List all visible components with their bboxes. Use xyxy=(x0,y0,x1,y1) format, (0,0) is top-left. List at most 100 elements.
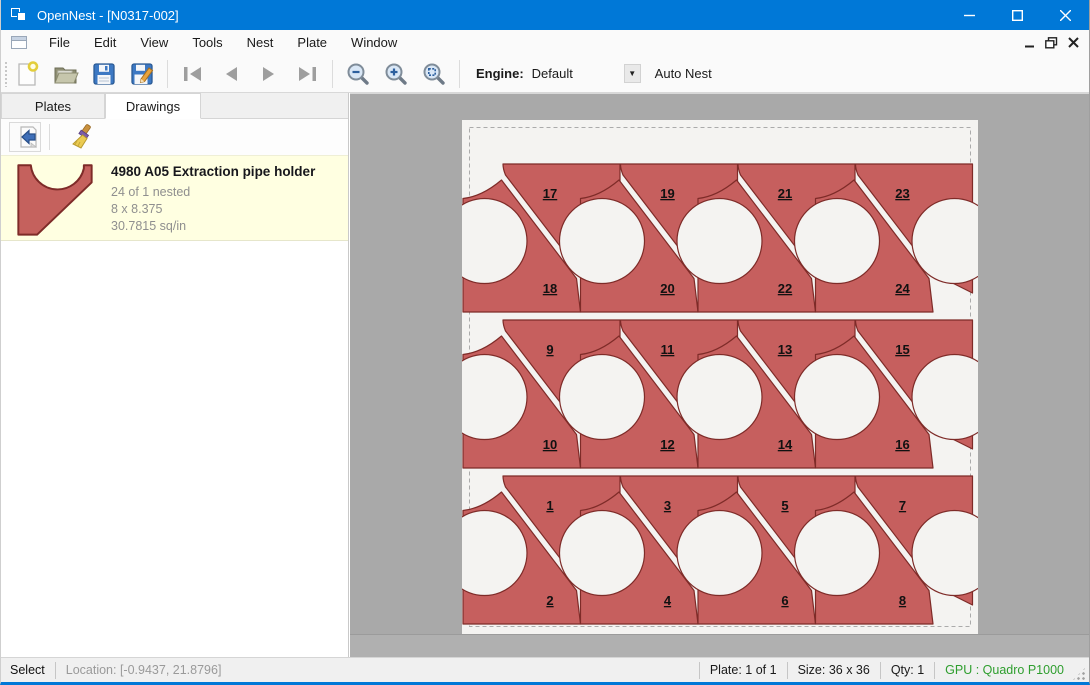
menu-file[interactable]: File xyxy=(37,31,82,54)
previous-plate-button[interactable] xyxy=(214,59,248,89)
panel-tabs: Plates Drawings xyxy=(1,93,348,119)
toolbar-grip[interactable] xyxy=(4,61,9,87)
status-bar: Select Location: [-0.9437, 21.8796] Plat… xyxy=(1,657,1089,682)
tab-drawings[interactable]: Drawings xyxy=(105,93,201,119)
menu-window[interactable]: Window xyxy=(339,31,409,54)
drawing-list-item[interactable]: 4980 A05 Extraction pipe holder 24 of 1 … xyxy=(1,155,348,241)
mdi-minimize-icon[interactable] xyxy=(1025,38,1035,48)
first-plate-button[interactable] xyxy=(176,59,210,89)
part-number-label: 17 xyxy=(543,186,557,201)
maximize-icon xyxy=(1012,10,1023,21)
next-plate-button[interactable] xyxy=(252,59,286,89)
new-document-button[interactable] xyxy=(11,59,45,89)
status-gpu: GPU : Quadro P1000 xyxy=(945,663,1064,677)
part-number-label: 10 xyxy=(543,437,557,452)
mdi-close-icon[interactable] xyxy=(1068,37,1079,48)
side-panel: Plates Drawings xyxy=(1,93,349,657)
engine-combobox[interactable]: Default xyxy=(532,66,624,81)
part-number-label: 23 xyxy=(895,186,909,201)
canvas-horizontal-scrollbar[interactable] xyxy=(350,634,1089,657)
menu-nest[interactable]: Nest xyxy=(235,31,286,54)
menu-plate[interactable]: Plate xyxy=(285,31,339,54)
import-drawing-button[interactable] xyxy=(9,122,41,152)
menu-view[interactable]: View xyxy=(128,31,180,54)
nest-canvas[interactable]: 171819202122232491011121314151612345678 xyxy=(350,93,1089,657)
resize-grip[interactable] xyxy=(1072,667,1086,681)
part-number-label: 9 xyxy=(546,342,553,357)
first-plate-icon xyxy=(181,64,205,84)
minimize-button[interactable] xyxy=(945,0,993,30)
save-as-icon xyxy=(130,62,154,86)
drawings-toolbar xyxy=(1,119,348,155)
status-location: Location: [-0.9437, 21.8796] xyxy=(66,663,222,677)
app-window: OpenNest - [N0317-002] File Edit View To… xyxy=(0,0,1090,685)
part-number-label: 14 xyxy=(778,437,793,452)
import-drawing-icon xyxy=(12,124,38,150)
status-separator xyxy=(699,662,700,679)
close-button[interactable] xyxy=(1041,0,1089,30)
status-separator xyxy=(55,662,56,679)
part-number-label: 2 xyxy=(546,593,553,608)
menu-bar: File Edit View Tools Nest Plate Window xyxy=(1,30,1089,55)
part-number-label: 22 xyxy=(778,281,792,296)
minimize-icon xyxy=(964,10,975,21)
engine-dropdown-arrow[interactable]: ▼ xyxy=(624,64,641,83)
part-number-label: 3 xyxy=(664,498,671,513)
part-number-label: 15 xyxy=(895,342,909,357)
zoom-in-icon xyxy=(384,62,408,86)
save-button[interactable] xyxy=(87,59,121,89)
zoom-in-button[interactable] xyxy=(379,59,413,89)
part-number-label: 16 xyxy=(895,437,909,452)
next-plate-icon xyxy=(257,64,281,84)
menu-tools[interactable]: Tools xyxy=(180,31,234,54)
part-number-label: 12 xyxy=(660,437,674,452)
app-logo-icon xyxy=(11,8,29,22)
part-number-label: 8 xyxy=(899,593,906,608)
drawing-size: 8 x 8.375 xyxy=(111,201,315,218)
toolbar-separator xyxy=(167,60,168,88)
status-separator xyxy=(880,662,881,679)
tab-plates[interactable]: Plates xyxy=(1,93,105,118)
drawing-nested-count: 24 of 1 nested xyxy=(111,184,315,201)
mdi-restore-icon[interactable] xyxy=(1045,37,1058,49)
part-number-label: 21 xyxy=(778,186,792,201)
status-separator xyxy=(787,662,788,679)
toolbar-separator xyxy=(459,60,460,88)
status-separator xyxy=(934,662,935,679)
maximize-button[interactable] xyxy=(993,0,1041,30)
status-qty: Qty: 1 xyxy=(891,663,924,677)
last-plate-button[interactable] xyxy=(290,59,324,89)
plate-sheet[interactable]: 171819202122232491011121314151612345678 xyxy=(462,120,978,634)
last-plate-icon xyxy=(295,64,319,84)
save-as-button[interactable] xyxy=(125,59,159,89)
menu-edit[interactable]: Edit xyxy=(82,31,128,54)
mdi-child-icon[interactable] xyxy=(11,36,27,49)
part-number-label: 13 xyxy=(778,342,792,357)
part-number-label: 5 xyxy=(781,498,788,513)
drawing-area: 30.7815 sq/in xyxy=(111,218,315,235)
close-icon xyxy=(1060,10,1071,21)
zoom-out-button[interactable] xyxy=(341,59,375,89)
new-document-icon xyxy=(16,61,40,87)
previous-plate-icon xyxy=(219,64,243,84)
zoom-fit-button[interactable] xyxy=(417,59,451,89)
window-title: OpenNest - [N0317-002] xyxy=(37,8,179,23)
zoom-out-icon xyxy=(346,62,370,86)
open-folder-icon xyxy=(53,62,79,86)
clean-icon xyxy=(69,124,95,150)
engine-label: Engine: xyxy=(476,66,524,81)
nest-layout: 171819202122232491011121314151612345678 xyxy=(462,120,978,634)
auto-nest-button[interactable]: Auto Nest xyxy=(655,66,712,81)
part-thumbnail xyxy=(9,162,101,234)
status-size: Size: 36 x 36 xyxy=(798,663,870,677)
part-number-label: 11 xyxy=(661,342,675,357)
main-toolbar: Engine: Default ▼ Auto Nest xyxy=(1,55,1089,93)
drawing-title: 4980 A05 Extraction pipe holder xyxy=(111,164,315,179)
part-number-label: 1 xyxy=(546,498,553,513)
part-number-label: 18 xyxy=(543,281,557,296)
part-number-label: 19 xyxy=(660,186,674,201)
open-button[interactable] xyxy=(49,59,83,89)
clean-button[interactable] xyxy=(66,122,98,152)
status-plate: Plate: 1 of 1 xyxy=(710,663,777,677)
part-number-label: 24 xyxy=(895,281,910,296)
